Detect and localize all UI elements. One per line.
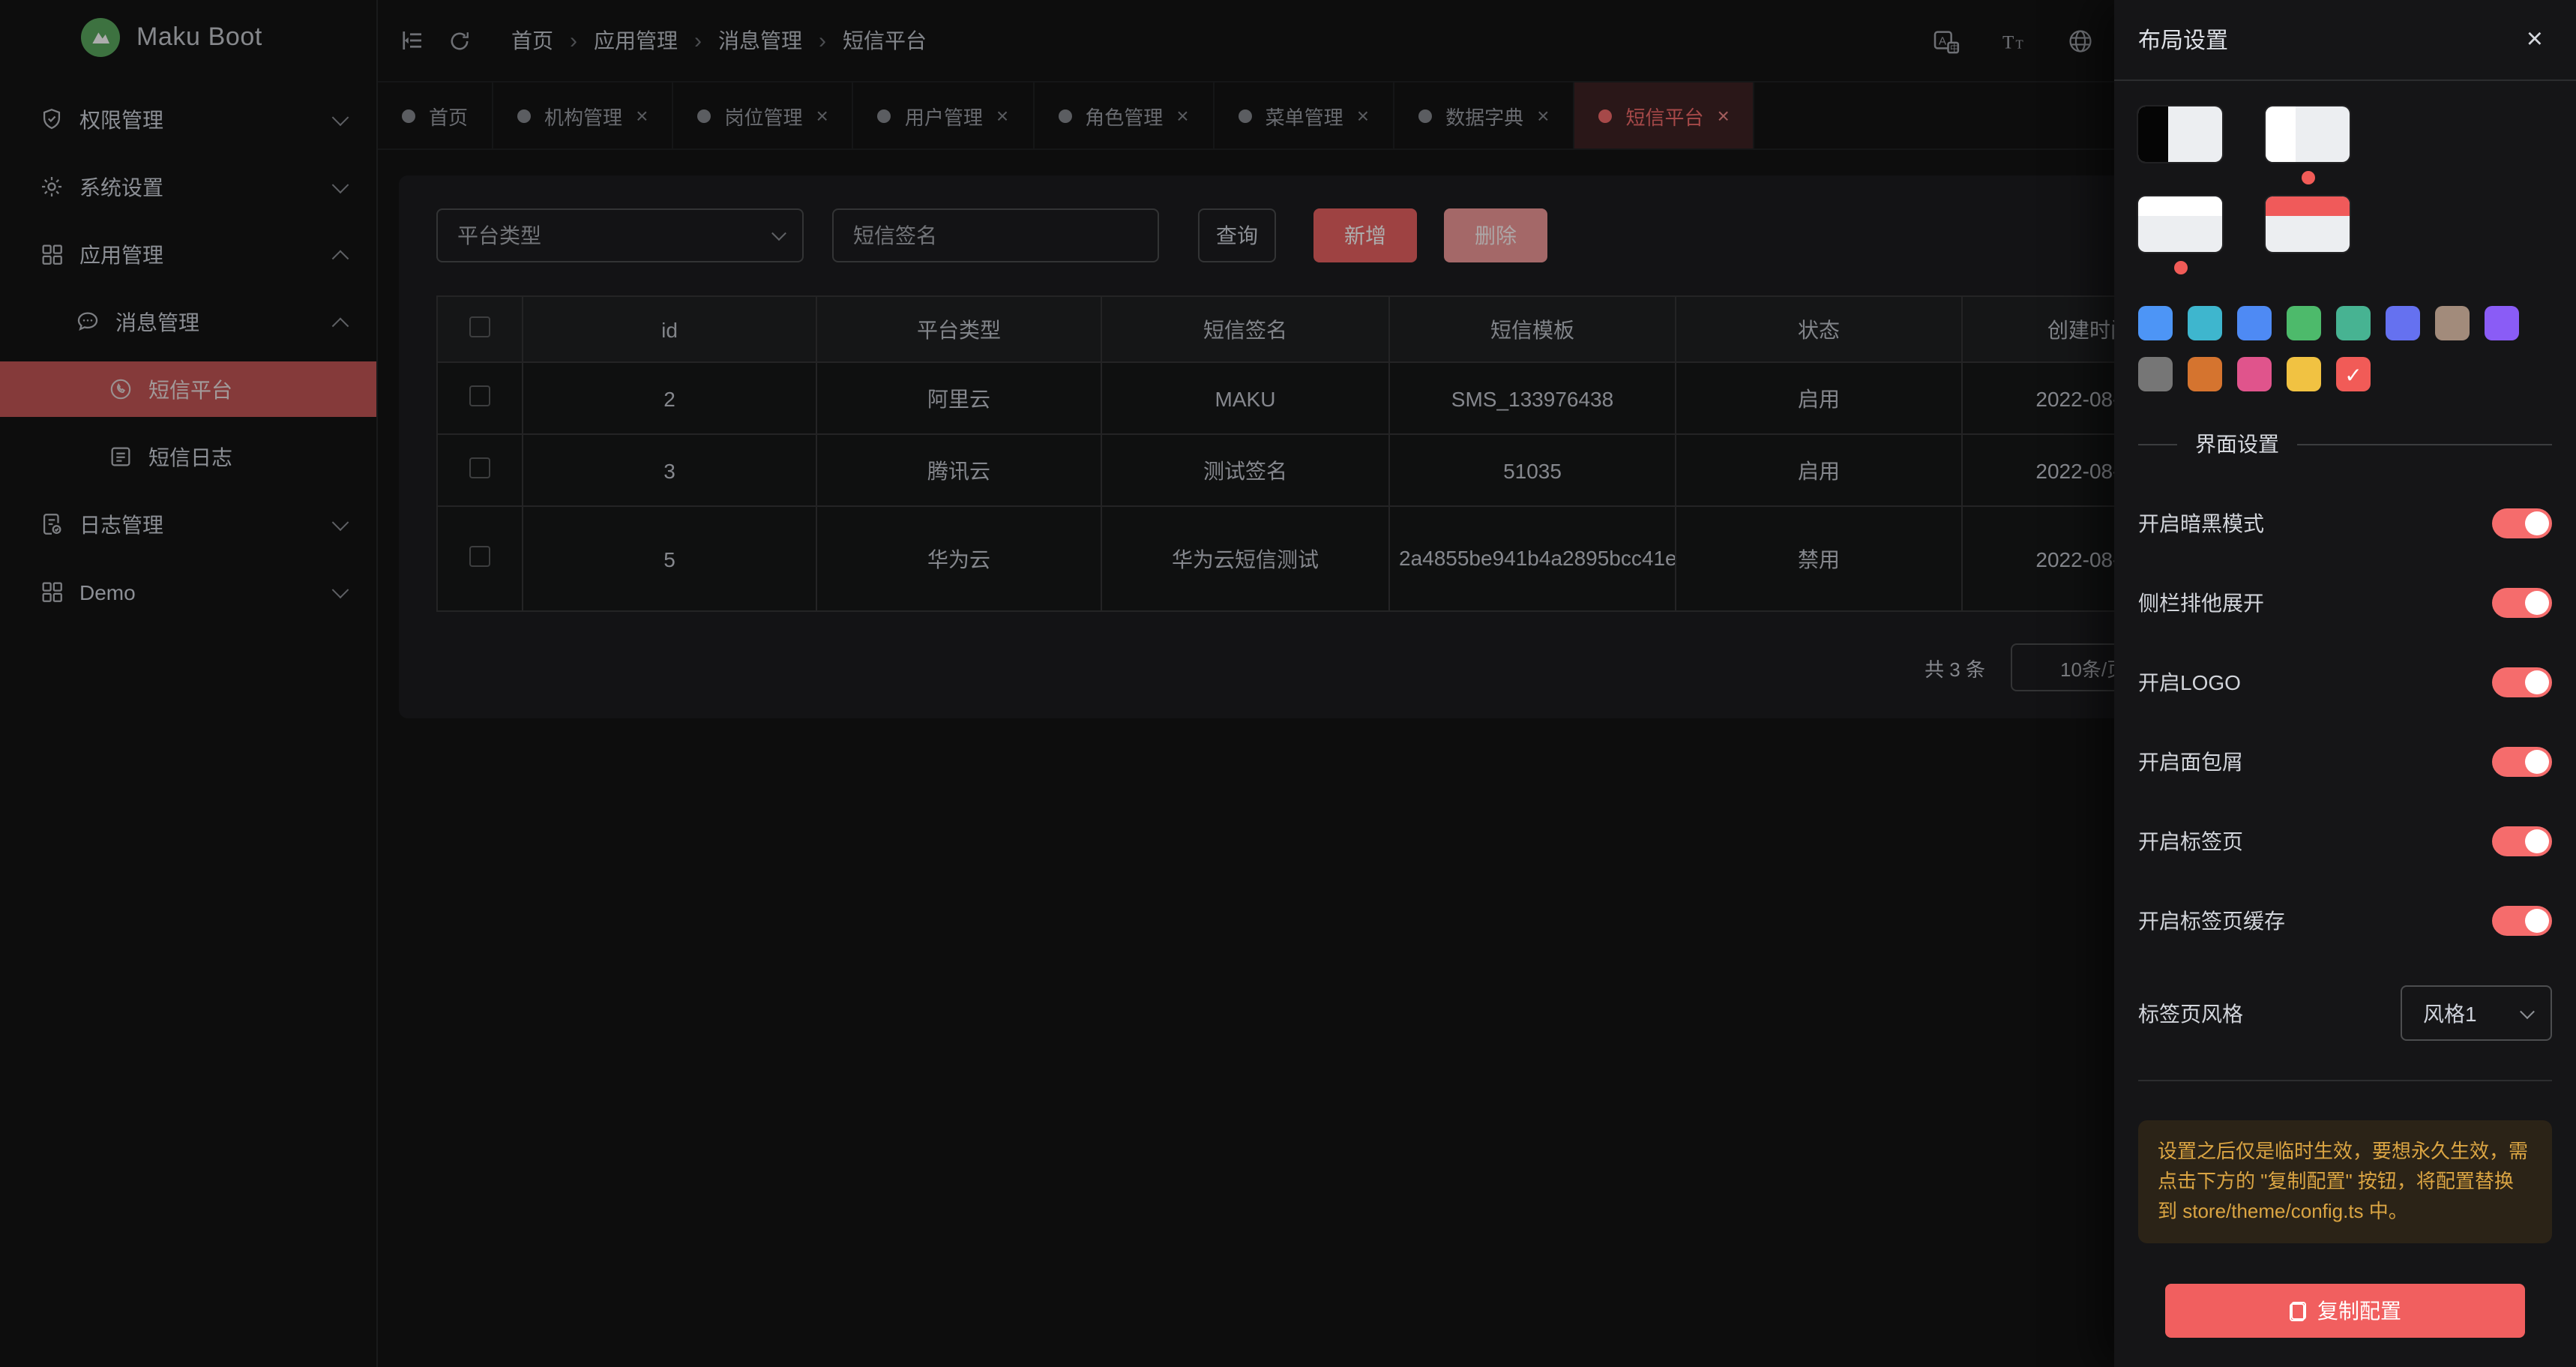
theme-color-palette-row1	[2138, 306, 2552, 340]
theme-preview-dark-sidebar	[2138, 106, 2222, 162]
theme-selected-dot	[2173, 261, 2187, 274]
breadcrumb-toggle[interactable]	[2492, 747, 2552, 777]
setting-dark-mode: 开启暗黑模式	[2138, 508, 2552, 538]
color-swatch[interactable]	[2336, 306, 2371, 340]
color-swatch[interactable]	[2435, 306, 2470, 340]
color-swatch[interactable]	[2386, 306, 2420, 340]
setting-logo: 开启LOGO	[2138, 667, 2552, 697]
logo-toggle[interactable]	[2492, 667, 2552, 697]
tabs-toggle[interactable]	[2492, 826, 2552, 856]
theme-preview-primary-header	[2266, 196, 2350, 252]
color-swatch-selected[interactable]: ✓	[2336, 357, 2371, 391]
setting-breadcrumb: 开启面包屑	[2138, 747, 2552, 777]
dark-mode-toggle[interactable]	[2492, 508, 2552, 538]
copy-config-label: 复制配置	[2317, 1297, 2401, 1327]
theme-option-light-sidebar[interactable]	[2266, 106, 2350, 184]
drawer-divider	[2138, 1080, 2552, 1081]
setting-label: 开启标签页	[2138, 826, 2243, 856]
setting-label: 开启面包屑	[2138, 747, 2243, 777]
drawer-title: 布局设置	[2138, 24, 2228, 55]
check-icon: ✓	[2344, 364, 2362, 385]
chevron-down-icon	[2520, 1003, 2535, 1018]
setting-label: 开启暗黑模式	[2138, 508, 2264, 538]
app-window: Maku Boot 权限管理 系统设置 应用管	[0, 0, 2576, 1367]
interface-settings-title: 界面设置	[2195, 429, 2279, 459]
tab-style-select[interactable]: 风格1	[2401, 985, 2552, 1041]
setting-label: 开启标签页缓存	[2138, 906, 2285, 936]
color-swatch[interactable]	[2287, 357, 2321, 391]
theme-color-palette-row2: ✓	[2138, 357, 2552, 391]
theme-selected-dot	[2173, 171, 2187, 184]
color-swatch[interactable]	[2138, 357, 2173, 391]
color-swatch[interactable]	[2237, 306, 2272, 340]
setting-tab-style: 标签页风格 风格1	[2138, 985, 2552, 1041]
color-swatch[interactable]	[2188, 357, 2222, 391]
copy-icon	[2289, 1302, 2305, 1321]
theme-selected-dot	[2301, 261, 2314, 274]
theme-preview-light-sidebar	[2266, 106, 2350, 162]
layout-settings-drawer: 布局设置 ×	[2114, 0, 2576, 1367]
theme-option-dark-sidebar[interactable]	[2138, 106, 2222, 184]
layout-theme-options	[2138, 106, 2552, 274]
theme-preview-light-header	[2138, 196, 2222, 252]
theme-option-primary-header[interactable]	[2266, 196, 2350, 274]
tabs-cache-toggle[interactable]	[2492, 906, 2552, 936]
setting-label: 侧栏排他展开	[2138, 588, 2264, 618]
tab-style-value: 风格1	[2423, 998, 2477, 1028]
setting-tabs-cache: 开启标签页缓存	[2138, 906, 2552, 936]
setting-tabs: 开启标签页	[2138, 826, 2552, 856]
color-swatch[interactable]	[2287, 306, 2321, 340]
color-swatch[interactable]	[2188, 306, 2222, 340]
theme-selected-dot	[2301, 171, 2314, 184]
sidebar-accordion-toggle[interactable]	[2492, 588, 2552, 618]
close-icon[interactable]: ×	[2527, 25, 2543, 54]
color-swatch[interactable]	[2237, 357, 2272, 391]
settings-notice: 设置之后仅是临时生效，要想永久生效，需点击下方的 "复制配置" 按钮，将配置替换…	[2138, 1120, 2552, 1244]
setting-label: 标签页风格	[2138, 998, 2243, 1028]
drawer-header: 布局设置 ×	[2114, 0, 2576, 81]
theme-option-light-header[interactable]	[2138, 196, 2222, 274]
color-swatch[interactable]	[2138, 306, 2173, 340]
setting-label: 开启LOGO	[2138, 667, 2241, 697]
interface-settings-divider: 界面设置	[2138, 429, 2552, 459]
color-swatch[interactable]	[2485, 306, 2519, 340]
setting-sidebar-accordion: 侧栏排他展开	[2138, 588, 2552, 618]
copy-config-button[interactable]: 复制配置	[2165, 1285, 2525, 1339]
